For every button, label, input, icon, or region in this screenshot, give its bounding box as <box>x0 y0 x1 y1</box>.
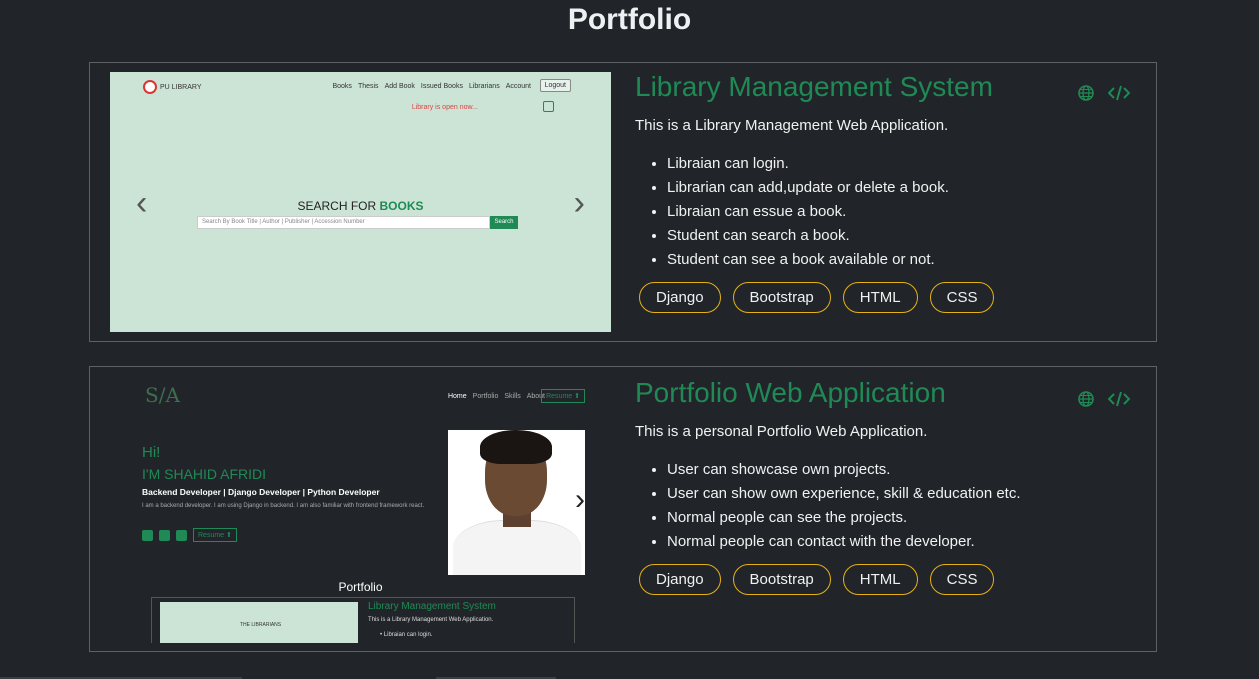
code-icon[interactable] <box>1107 391 1131 411</box>
feature-item: Normal people can contact with the devel… <box>667 530 1135 554</box>
feature-item: Student can search a book. <box>667 224 1135 248</box>
feature-item: User can show own experience, skill & ed… <box>667 482 1135 506</box>
feature-item: Libraian can essue a book. <box>667 200 1135 224</box>
university-badge-icon <box>143 80 157 94</box>
carousel-next-icon[interactable]: › <box>575 483 585 517</box>
code-icon[interactable] <box>1107 85 1131 105</box>
library-logo-text: PU LIBRARY <box>160 83 202 91</box>
lib-search-button: Search <box>490 216 518 229</box>
pf-nav: Home Portfolio Skills About <box>448 393 545 400</box>
library-nav: Books Thesis Add Book Issued Books Libra… <box>332 83 531 90</box>
feature-list: User can showcase own projects. User can… <box>635 458 1135 554</box>
lib-search-title: SEARCH FOR BOOKS <box>110 199 611 213</box>
pf-mini-card: THE LIBRARIANS Library Management System… <box>151 597 575 643</box>
pf-section-title: Portfolio <box>338 580 383 594</box>
library-logo: PU LIBRARY <box>143 80 202 94</box>
project-card-portfolio: S/A Home Portfolio Skills About Resume ⬆… <box>89 366 1157 652</box>
pf-bio: I am a backend developer. I am using Dja… <box>142 503 425 509</box>
youtube-icon <box>176 529 187 541</box>
project-title: Portfolio Web Application <box>635 377 946 408</box>
profile-photo <box>448 430 585 575</box>
linkedin-icon <box>159 529 170 541</box>
project-screenshot-portfolio[interactable]: S/A Home Portfolio Skills About Resume ⬆… <box>110 375 611 643</box>
pf-social: Resume ⬆ <box>142 528 237 542</box>
pf-mini-desc: This is a Library Management Web Applica… <box>368 617 494 623</box>
project-description: This is a Library Management Web Applica… <box>635 117 949 134</box>
project-info-portfolio: Portfolio Web Application This is a pers… <box>635 377 1135 595</box>
carousel-next-icon[interactable]: › <box>574 184 585 223</box>
feature-item: Librarian can add,update or delete a boo… <box>667 176 1135 200</box>
pf-nav-home: Home <box>447 393 467 400</box>
pf-resume: Resume ⬆ <box>541 389 585 403</box>
pf-nav-portfolio: Portfolio <box>472 393 499 400</box>
lib-nav-books: Books <box>332 83 352 90</box>
pf-role: Backend Developer | Django Developer | P… <box>142 487 380 497</box>
lib-nav-librarians: Librarians <box>468 83 500 90</box>
pf-mini-li: • Libraian can login. <box>380 632 433 638</box>
pf-resume-2-label: Resume <box>198 532 225 539</box>
github-icon <box>142 529 153 541</box>
edit-icon <box>543 101 554 112</box>
pf-mini-title: Library Management System <box>368 601 496 612</box>
lib-nav-add-book: Add Book <box>384 83 415 90</box>
tech-tags: Django Bootstrap HTML CSS <box>639 282 1135 313</box>
lib-search-box: Search By Book Title | Author | Publishe… <box>197 216 490 229</box>
tag-css: CSS <box>929 564 995 595</box>
tag-bootstrap: Bootstrap <box>732 564 831 595</box>
globe-icon[interactable] <box>1078 85 1094 105</box>
tag-django: Django <box>639 564 721 595</box>
pf-mini-lib: THE LIBRARIANS <box>240 622 282 628</box>
lib-status: Library is open now... <box>411 104 478 111</box>
lib-nav-thesis: Thesis <box>357 83 379 90</box>
project-info-library: Library Management System This is a Libr… <box>635 71 1135 313</box>
tag-django: Django <box>639 282 721 313</box>
page-title: Portfolio <box>567 3 692 36</box>
lib-search-title-b: BOOKS <box>379 199 424 213</box>
feature-item: Student can see a book available or not. <box>667 248 1135 272</box>
lib-search-title-a: SEARCH FOR <box>297 199 380 213</box>
feature-item: User can showcase own projects. <box>667 458 1135 482</box>
project-links <box>1078 85 1131 105</box>
globe-icon[interactable] <box>1078 391 1094 411</box>
lib-nav-account: Account <box>505 83 531 90</box>
pf-logo: S/A <box>145 383 180 407</box>
tag-bootstrap: Bootstrap <box>732 282 831 313</box>
project-description: This is a personal Portfolio Web Applica… <box>635 423 928 440</box>
feature-list: Libraian can login. Librarian can add,up… <box>635 152 1135 272</box>
lib-nav-issued-books: Issued Books <box>420 83 463 90</box>
feature-item: Normal people can see the projects. <box>667 506 1135 530</box>
pf-name: I'M SHAHID AFRIDI <box>142 466 267 482</box>
tech-tags: Django Bootstrap HTML CSS <box>639 564 1135 595</box>
pf-resume-label: Resume <box>546 393 573 400</box>
pf-hi: Hi! <box>142 444 161 461</box>
project-card-library: PU LIBRARY Books Thesis Add Book Issued … <box>89 62 1157 342</box>
pf-resume-2: Resume ⬆ <box>193 528 237 542</box>
tag-css: CSS <box>929 282 995 313</box>
tag-html: HTML <box>842 564 918 595</box>
pf-mini-screenshot: THE LIBRARIANS <box>160 602 358 643</box>
lib-logout: Logout <box>539 79 571 92</box>
project-screenshot-library[interactable]: PU LIBRARY Books Thesis Add Book Issued … <box>110 72 611 332</box>
carousel-prev-icon[interactable]: ‹ <box>136 184 147 223</box>
pf-nav-skills: Skills <box>504 393 521 400</box>
pf-mini-li-text: Libraian can login. <box>383 632 433 638</box>
feature-item: Libraian can login. <box>667 152 1135 176</box>
project-links <box>1078 391 1131 411</box>
tag-html: HTML <box>842 282 918 313</box>
project-title: Library Management System <box>635 71 993 102</box>
